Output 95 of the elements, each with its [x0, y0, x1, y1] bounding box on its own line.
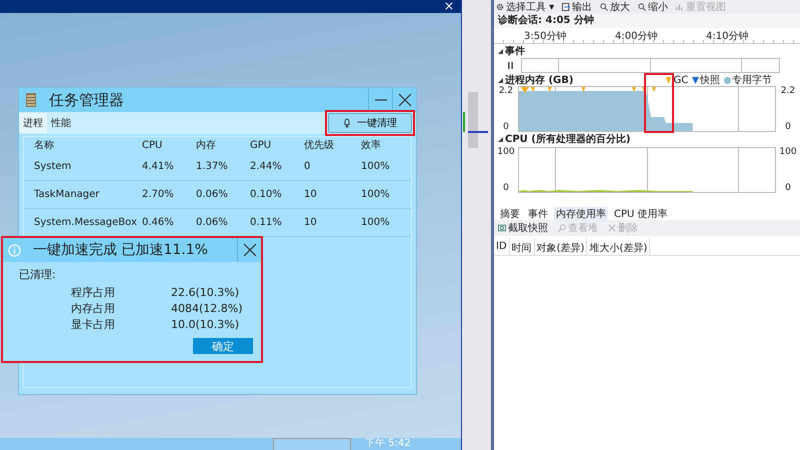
collapse-icon[interactable] [498, 78, 503, 82]
magnifier-icon [638, 3, 646, 11]
column-header: GPU [250, 140, 272, 150]
scrollbar[interactable] [460, 0, 491, 450]
marker-line [468, 131, 488, 133]
stat-label: 内存占用 [71, 300, 116, 316]
magnifier-icon [600, 3, 608, 11]
gc-marker-icon [665, 76, 672, 84]
ok-button[interactable]: 确定 [193, 338, 253, 354]
axis-label: 0 [503, 183, 509, 193]
stat-label: 显卡占用 [71, 316, 116, 332]
gear-icon [496, 3, 504, 11]
axis-label: 2.2 [498, 86, 514, 96]
search-icon [558, 224, 566, 232]
table-cell-text: 0.06% [196, 217, 229, 228]
position-marker [462, 112, 465, 132]
table-cell-text: 100% [361, 217, 391, 228]
clock: 下午 5:42 [365, 438, 411, 450]
column-header: 堆大小(差异) [587, 238, 650, 255]
table-cell-text: 0.46% [142, 217, 175, 228]
stat-value: 22.6(10.3%) [171, 286, 240, 298]
table-cell-text: 2.44% [250, 161, 283, 172]
camera-icon [498, 224, 506, 232]
column-header: 内存 [196, 138, 217, 152]
table-cell-text: System.MessageBox [34, 217, 138, 228]
toolbar-button[interactable]: 缩小 [636, 0, 670, 14]
bell-icon [343, 118, 351, 128]
table-cell-text: 4.41% [142, 161, 175, 172]
axis-label: 2.2 [780, 86, 796, 96]
stat-label: 程序占用 [71, 284, 116, 300]
dialog-heading: 已清理: [19, 267, 56, 282]
toolbar-button[interactable]: 放大 [598, 0, 632, 14]
stat-value: 4084(12.8%) [171, 302, 243, 314]
table-cell-text: TaskManager [34, 189, 100, 200]
dialog-title: 一键加速完成 已加速11.1% [33, 241, 209, 259]
pause-icon[interactable] [508, 62, 513, 68]
table-cell-text: 0.10% [250, 189, 283, 200]
session-duration: 诊断会话: 4:05 分钟 [494, 14, 800, 28]
table-cell-text: 0.06% [196, 189, 229, 200]
table-cell-text: 100% [361, 189, 391, 200]
table-cell-text: 10 [304, 217, 318, 228]
section-title: 进程内存 (GB) [505, 74, 574, 86]
tab[interactable]: 事件 [526, 206, 550, 220]
column-header: CPU [142, 140, 164, 150]
close-icon [398, 93, 412, 107]
toolbar-button[interactable]: 截取快照 [496, 221, 550, 235]
table-cell-text: 0.11% [250, 217, 283, 228]
info-icon [8, 244, 21, 256]
clean-button[interactable]: 一键清理 [328, 113, 412, 133]
column-header: ID [494, 238, 510, 255]
section-title: 事件 [505, 44, 525, 58]
scrollbar-thumb[interactable] [468, 92, 478, 148]
highlight-frame [644, 73, 674, 133]
tab[interactable]: 进程 [19, 113, 47, 133]
tab[interactable]: CPU 使用率 [612, 206, 670, 220]
table-cell-text: 10 [304, 189, 318, 200]
delete-icon [608, 224, 616, 232]
axis-label: 100 [779, 147, 797, 157]
axis-label: 0 [785, 183, 791, 193]
legend-label: 专用字节 [732, 74, 772, 87]
column-header: 时间 [510, 238, 535, 255]
table-cell-text: 1.37% [196, 161, 229, 172]
close-icon[interactable] [444, 2, 453, 10]
close-icon [242, 243, 256, 257]
chart-icon [676, 3, 684, 11]
snapshot-marker-icon [692, 76, 700, 84]
column-header: 效率 [361, 138, 382, 152]
series-dot-icon [724, 76, 732, 84]
table-cell-text: 100% [361, 161, 391, 172]
table-cell-text: 2.70% [142, 189, 175, 200]
axis-label: 0 [785, 122, 791, 132]
tab[interactable]: 性能 [47, 113, 75, 133]
section-title: CPU (所有处理器的百分比) [505, 132, 630, 146]
collapse-icon[interactable] [498, 136, 503, 142]
tab[interactable]: 内存使用率 [554, 206, 608, 220]
toolbar-button[interactable]: 输出 [560, 0, 594, 14]
server-icon [25, 92, 37, 108]
table-cell-text: System [34, 161, 72, 172]
collapse-icon[interactable] [498, 48, 503, 54]
column-header: 对象(差异) [534, 238, 588, 255]
table-cell-text: 0 [304, 161, 312, 172]
timeline-label: 4:00分钟 [615, 30, 658, 43]
timeline-label: 3:50分钟 [524, 30, 566, 43]
axis-label: 100 [497, 147, 515, 157]
axis-label: 0 [503, 122, 509, 132]
column-header: 名称 [34, 139, 55, 152]
timeline-label: 4:10分钟 [706, 30, 748, 43]
column-header: 优先级 [304, 138, 335, 152]
tab[interactable]: 摘要 [498, 206, 522, 220]
output-icon [562, 3, 570, 11]
toolbar-button[interactable]: 选择工具 ▾ [494, 0, 556, 14]
stat-value: 10.0(10.3%) [171, 318, 240, 330]
legend-label: GC [673, 74, 688, 86]
legend-label: 快照 [700, 74, 720, 87]
window-title: 任务管理器 [49, 90, 125, 110]
